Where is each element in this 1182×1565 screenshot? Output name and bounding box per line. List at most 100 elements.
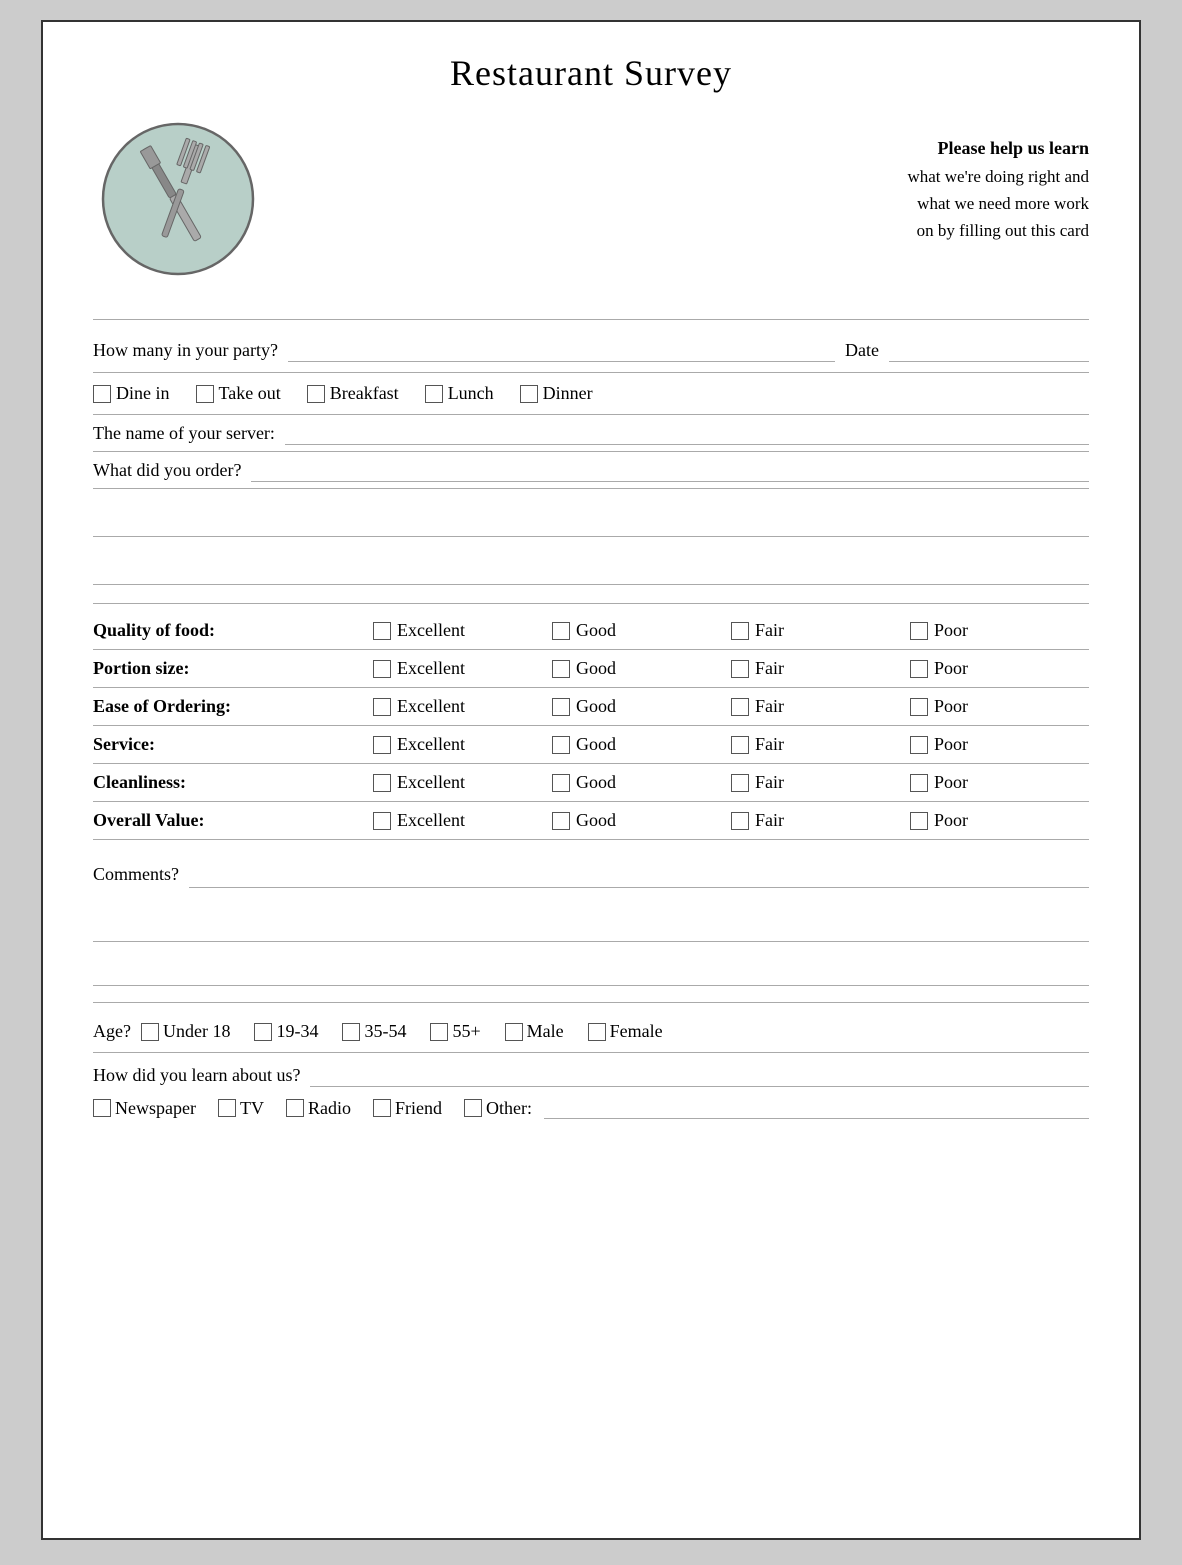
- food-fair-cb[interactable]: [731, 622, 749, 640]
- server-name-field[interactable]: [285, 421, 1089, 445]
- ordering-poor[interactable]: Poor: [910, 696, 1089, 717]
- learn-radio-label: Radio: [308, 1098, 351, 1119]
- food-poor[interactable]: Poor: [910, 620, 1089, 641]
- survey-card: Restaurant Survey: [41, 20, 1141, 1540]
- extra-line-1: [93, 507, 1089, 537]
- server-name-label: The name of your server:: [93, 423, 275, 444]
- breakfast-checkbox[interactable]: [307, 385, 325, 403]
- portion-fair[interactable]: Fair: [731, 658, 910, 679]
- food-excellent-label: Excellent: [397, 620, 465, 641]
- comments-row: Comments?: [93, 854, 1089, 898]
- learn-other-field[interactable]: [544, 1097, 1089, 1119]
- food-good-label: Good: [576, 620, 616, 641]
- value-poor[interactable]: Poor: [910, 810, 1089, 831]
- rating-label-value: Overall Value:: [93, 810, 373, 831]
- date-label: Date: [845, 340, 879, 361]
- learn-friend-label: Friend: [395, 1098, 442, 1119]
- gender-female-label: Female: [610, 1021, 663, 1042]
- ordering-good[interactable]: Good: [552, 696, 731, 717]
- learn-other-cb[interactable]: [464, 1099, 482, 1117]
- ordering-excellent[interactable]: Excellent: [373, 696, 552, 717]
- checkbox-lunch[interactable]: Lunch: [425, 383, 494, 404]
- age-1934-cb[interactable]: [254, 1023, 272, 1041]
- food-good-cb[interactable]: [552, 622, 570, 640]
- rating-options-portion: Excellent Good Fair Poor: [373, 658, 1089, 679]
- portion-good[interactable]: Good: [552, 658, 731, 679]
- learn-friend-cb[interactable]: [373, 1099, 391, 1117]
- cleanliness-good[interactable]: Good: [552, 772, 731, 793]
- age-3554-cb[interactable]: [342, 1023, 360, 1041]
- header-section: Please help us learn what we're doing ri…: [93, 114, 1089, 289]
- age-55plus-label: 55+: [452, 1021, 480, 1042]
- rating-options-food: Excellent Good Fair Poor: [373, 620, 1089, 641]
- learn-radio-cb[interactable]: [286, 1099, 304, 1117]
- rating-options-service: Excellent Good Fair Poor: [373, 734, 1089, 755]
- checkbox-take-out[interactable]: Take out: [196, 383, 281, 404]
- food-fair[interactable]: Fair: [731, 620, 910, 641]
- tagline-bold: Please help us learn: [938, 138, 1090, 158]
- age-3554-label: 35-54: [364, 1021, 406, 1042]
- date-field[interactable]: [889, 338, 1089, 362]
- learn-other-label: Other:: [486, 1098, 532, 1119]
- food-poor-label: Poor: [934, 620, 968, 641]
- party-field[interactable]: [288, 338, 835, 362]
- comments-label: Comments?: [93, 864, 179, 885]
- checkbox-dine-in[interactable]: Dine in: [93, 383, 170, 404]
- rating-label-food: Quality of food:: [93, 620, 373, 641]
- logo-area: [93, 114, 293, 289]
- food-excellent[interactable]: Excellent: [373, 620, 552, 641]
- server-name-row: The name of your server:: [93, 415, 1089, 452]
- extra-line-2: [93, 555, 1089, 585]
- comments-extra-line: [93, 912, 1089, 942]
- service-excellent[interactable]: Excellent: [373, 734, 552, 755]
- ratings-section: Quality of food: Excellent Good Fair Poo…: [93, 612, 1089, 840]
- dinner-checkbox[interactable]: [520, 385, 538, 403]
- food-poor-cb[interactable]: [910, 622, 928, 640]
- comments-field[interactable]: [189, 864, 1089, 888]
- cleanliness-poor[interactable]: Poor: [910, 772, 1089, 793]
- rating-options-value: Excellent Good Fair Poor: [373, 810, 1089, 831]
- checkbox-dinner[interactable]: Dinner: [520, 383, 593, 404]
- food-good[interactable]: Good: [552, 620, 731, 641]
- food-excellent-cb[interactable]: [373, 622, 391, 640]
- service-good[interactable]: Good: [552, 734, 731, 755]
- learn-tv-cb[interactable]: [218, 1099, 236, 1117]
- learn-field[interactable]: [310, 1063, 1089, 1087]
- lunch-checkbox[interactable]: [425, 385, 443, 403]
- age-row: Age? Under 18 19-34 35-54 55+ Male Femal…: [93, 1011, 1089, 1053]
- learn-newspaper-cb[interactable]: [93, 1099, 111, 1117]
- breakfast-label: Breakfast: [330, 383, 399, 404]
- dinner-label: Dinner: [543, 383, 593, 404]
- service-fair[interactable]: Fair: [731, 734, 910, 755]
- rating-row-value: Overall Value: Excellent Good Fair Poor: [93, 802, 1089, 840]
- learn-label-row: How did you learn about us?: [93, 1063, 1089, 1087]
- tagline-rest: what we're doing right andwhat we need m…: [907, 167, 1089, 240]
- rating-label-ordering: Ease of Ordering:: [93, 696, 373, 717]
- restaurant-logo-icon: [93, 114, 263, 284]
- order-row: What did you order?: [93, 452, 1089, 489]
- rating-options-cleanliness: Excellent Good Fair Poor: [373, 772, 1089, 793]
- order-label: What did you order?: [93, 460, 241, 481]
- value-good[interactable]: Good: [552, 810, 731, 831]
- service-poor[interactable]: Poor: [910, 734, 1089, 755]
- dine-in-checkbox[interactable]: [93, 385, 111, 403]
- learn-newspaper-label: Newspaper: [115, 1098, 196, 1119]
- order-field[interactable]: [251, 458, 1089, 482]
- gender-female-cb[interactable]: [588, 1023, 606, 1041]
- cleanliness-excellent[interactable]: Excellent: [373, 772, 552, 793]
- value-excellent[interactable]: Excellent: [373, 810, 552, 831]
- dine-in-label: Dine in: [116, 383, 170, 404]
- learn-options: Newspaper TV Radio Friend Other:: [93, 1097, 1089, 1119]
- age-55plus-cb[interactable]: [430, 1023, 448, 1041]
- value-fair[interactable]: Fair: [731, 810, 910, 831]
- gender-male-cb[interactable]: [505, 1023, 523, 1041]
- portion-excellent[interactable]: Excellent: [373, 658, 552, 679]
- ordering-fair[interactable]: Fair: [731, 696, 910, 717]
- rating-row-service: Service: Excellent Good Fair Poor: [93, 726, 1089, 764]
- age-under18-cb[interactable]: [141, 1023, 159, 1041]
- gender-male-label: Male: [527, 1021, 564, 1042]
- take-out-checkbox[interactable]: [196, 385, 214, 403]
- checkbox-breakfast[interactable]: Breakfast: [307, 383, 399, 404]
- cleanliness-fair[interactable]: Fair: [731, 772, 910, 793]
- portion-poor[interactable]: Poor: [910, 658, 1089, 679]
